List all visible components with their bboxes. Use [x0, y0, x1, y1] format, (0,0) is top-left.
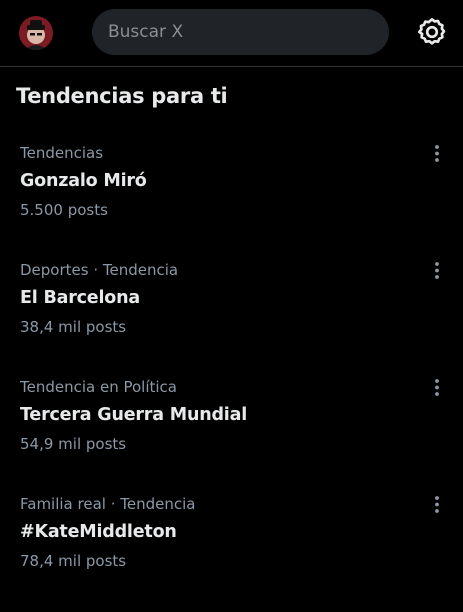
top-bar: Buscar X	[0, 0, 463, 67]
settings-button[interactable]	[416, 16, 448, 48]
trend-meta: Tendencia en Política	[20, 378, 177, 396]
avatar[interactable]	[19, 16, 53, 50]
trend-post-count: 5.500 posts	[20, 201, 108, 219]
trend-post-count: 78,4 mil posts	[20, 552, 127, 570]
trend-name: El Barcelona	[20, 288, 140, 308]
trend-post-count: 38,4 mil posts	[20, 318, 127, 336]
more-options-button[interactable]	[429, 378, 445, 398]
trend-item[interactable]: Tendencias Gonzalo Miró 5.500 posts	[0, 144, 463, 261]
trend-name: #KateMiddleton	[20, 522, 177, 542]
more-options-button[interactable]	[429, 144, 445, 164]
trend-meta: Familia real · Tendencia	[20, 495, 196, 513]
search-input[interactable]: Buscar X	[92, 9, 389, 55]
section-title: Tendencias para ti	[16, 84, 228, 108]
more-options-button[interactable]	[429, 495, 445, 515]
gear-icon	[418, 18, 446, 45]
search-placeholder: Buscar X	[108, 22, 184, 42]
trend-item[interactable]: Deportes · Tendencia El Barcelona 38,4 m…	[0, 261, 463, 378]
more-vertical-icon	[435, 145, 439, 162]
trend-meta: Deportes · Tendencia	[20, 261, 179, 279]
profile-avatar-icon	[19, 16, 53, 50]
more-vertical-icon	[435, 379, 439, 396]
more-vertical-icon	[435, 496, 439, 513]
more-options-button[interactable]	[429, 261, 445, 281]
trend-name: Tercera Guerra Mundial	[20, 405, 248, 425]
trend-name: Gonzalo Miró	[20, 171, 147, 191]
trend-item[interactable]: Familia real · Tendencia #KateMiddleton …	[0, 495, 463, 612]
trend-meta: Tendencias	[20, 144, 104, 162]
trend-post-count: 54,9 mil posts	[20, 435, 127, 453]
trend-item[interactable]: Tendencia en Política Tercera Guerra Mun…	[0, 378, 463, 495]
more-vertical-icon	[435, 262, 439, 279]
